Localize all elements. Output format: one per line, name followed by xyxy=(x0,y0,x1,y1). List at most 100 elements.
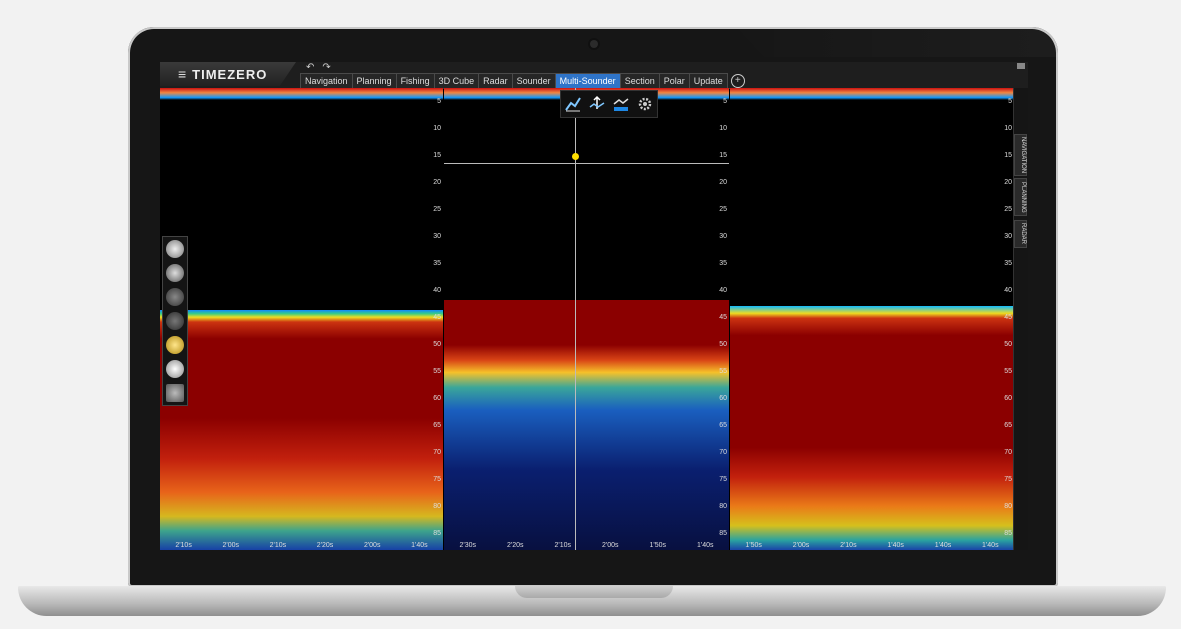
echogram-pane-right[interactable]: 5 10 15 20 25 30 35 40 45 50 55 60 65 70 75 80 85 1'50s 2… xyxy=(730,88,1014,550)
depth-cursor-line[interactable] xyxy=(444,163,729,164)
depth-tick-label: 70 xyxy=(1004,449,1012,456)
depth-tick-label: 15 xyxy=(1004,152,1012,159)
depth-tick-label: 85 xyxy=(719,530,727,537)
window-control-icon[interactable] xyxy=(1017,63,1025,69)
depth-tick-label: 5 xyxy=(1008,98,1012,105)
workspace-tabs: Navigation Planning Fishing 3D Cube Rada… xyxy=(300,73,745,88)
tab-section[interactable]: Section xyxy=(619,73,660,88)
depth-tick-label: 15 xyxy=(433,152,441,159)
settings-gear-icon[interactable] xyxy=(636,95,654,113)
tab-radar[interactable]: Radar xyxy=(478,73,513,88)
depth-tick-label: 50 xyxy=(719,341,727,348)
depth-tick-label: 50 xyxy=(1004,341,1012,348)
tab-multi-sounder[interactable]: Multi-Sounder xyxy=(554,73,621,88)
boat-icon[interactable] xyxy=(166,240,184,258)
echogram-pane-middle[interactable]: 5 10 15 20 25 30 35 40 45 50 55 60 65 70 75 80 85 2'30s 2… xyxy=(444,88,729,550)
tab-fishing[interactable]: Fishing xyxy=(395,73,435,88)
time-tick-label: 2'00s xyxy=(601,542,619,549)
sounder-side-toolbar xyxy=(162,236,188,406)
undo-redo-group: ↶ ↷ xyxy=(306,62,331,73)
echo-range-icon[interactable] xyxy=(588,95,606,113)
time-tick-label: 2'20s xyxy=(316,542,334,549)
time-tick-label: 1'50s xyxy=(649,542,666,549)
depth-tick-label: 80 xyxy=(719,503,727,510)
depth-tick-label: 40 xyxy=(1004,287,1012,294)
add-tab-icon[interactable]: + xyxy=(730,74,745,88)
depth-tick-label: 25 xyxy=(1004,206,1012,213)
time-tick-label: 1'50s xyxy=(745,542,762,549)
depth-tick-label: 40 xyxy=(719,287,727,294)
depth-tick-label: 15 xyxy=(719,152,727,159)
time-scale-middle: 2'30s 2'20s 2'10s 2'00s 1'50s 1'40s xyxy=(444,541,729,550)
fish-icon[interactable] xyxy=(166,336,184,354)
depth-tick-label: 10 xyxy=(433,125,441,132)
depth-tick-label: 75 xyxy=(433,476,441,483)
depth-tick-label: 35 xyxy=(719,260,727,267)
echo-trace-icon[interactable] xyxy=(564,95,582,113)
depth-tick-label: 85 xyxy=(1004,530,1012,537)
tab-planning[interactable]: Planning xyxy=(351,73,397,88)
depth-tick-label: 45 xyxy=(433,314,441,321)
side-panel-tabs: NAVIGATION PLANNING RADAR xyxy=(1013,88,1028,550)
depth-tick-label: 75 xyxy=(1004,476,1012,483)
echo-display-toolbar xyxy=(560,90,658,118)
transducer-icon[interactable] xyxy=(166,264,184,282)
side-tab-radar[interactable]: RADAR xyxy=(1014,220,1027,248)
side-tab-navigation[interactable]: NAVIGATION xyxy=(1014,134,1027,176)
time-tick-label: 2'00s xyxy=(363,542,381,549)
time-tick-label: 2'10s xyxy=(840,542,857,549)
depth-tick-label: 30 xyxy=(719,233,727,240)
tab-sounder[interactable]: Sounder xyxy=(511,73,556,88)
depth-tick-label: 60 xyxy=(1004,395,1012,402)
tab-update[interactable]: Update xyxy=(688,73,728,88)
time-tick-label: 1'40s xyxy=(411,542,428,549)
menu-icon[interactable]: ≡ xyxy=(178,67,186,81)
depth-tick-label: 30 xyxy=(1004,233,1012,240)
depth-tick-label: 65 xyxy=(1004,422,1012,429)
clutter-icon[interactable] xyxy=(166,312,184,330)
seabed-echo xyxy=(444,300,729,550)
time-tick-label: 2'30s xyxy=(459,542,476,549)
depth-tick-label: 45 xyxy=(1004,314,1012,321)
gain-icon[interactable] xyxy=(166,288,184,306)
depth-tick-label: 10 xyxy=(1004,125,1012,132)
depth-tick-label: 80 xyxy=(1004,503,1012,510)
time-tick-label: 2'10s xyxy=(175,542,192,549)
laptop-notch xyxy=(515,586,673,598)
depth-tick-label: 65 xyxy=(719,422,727,429)
time-tick-label: 1'40s xyxy=(934,542,952,549)
depth-tick-label: 50 xyxy=(433,341,441,348)
depth-tick-label: 20 xyxy=(719,179,727,186)
depth-tick-label: 65 xyxy=(433,422,441,429)
depth-tick-label: 5 xyxy=(723,98,727,105)
side-tab-planning[interactable]: PLANNING xyxy=(1014,178,1027,216)
tab-polar[interactable]: Polar xyxy=(658,73,690,88)
depth-tick-label: 35 xyxy=(1004,260,1012,267)
depth-tick-label: 40 xyxy=(433,287,441,294)
settings-gear-icon[interactable] xyxy=(166,384,184,402)
time-tick-label: 2'20s xyxy=(506,542,524,549)
tab-navigation[interactable]: Navigation xyxy=(300,73,353,88)
depth-tick-label: 20 xyxy=(1004,179,1012,186)
depth-tick-label: 35 xyxy=(433,260,441,267)
depth-tick-label: 55 xyxy=(719,368,727,375)
bottom-lock-icon[interactable] xyxy=(166,360,184,378)
echo-scale-icon[interactable] xyxy=(612,95,630,113)
echogram-pane-left[interactable]: 5 10 15 20 25 30 35 40 45 50 55 60 65 70 75 80 85 2'10s 2… xyxy=(160,88,443,550)
depth-tick-label: 60 xyxy=(719,395,727,402)
depth-tick-label: 55 xyxy=(433,368,441,375)
seabed-echo xyxy=(160,310,443,550)
app-logo[interactable]: ≡ TIMEZERO xyxy=(160,62,296,86)
cursor-marker[interactable] xyxy=(572,153,579,160)
depth-scale-middle: 5 10 15 20 25 30 35 40 45 50 55 60 65 70 75 80 85 xyxy=(713,88,729,550)
undo-icon[interactable]: ↶ xyxy=(306,62,314,73)
time-tick-label: 2'10s xyxy=(554,542,571,549)
redo-icon[interactable]: ↷ xyxy=(322,62,330,73)
depth-tick-label: 60 xyxy=(433,395,441,402)
tab-3d-cube[interactable]: 3D Cube xyxy=(433,73,480,88)
time-scale-right: 1'50s 2'00s 2'10s 1'40s 1'40s 1'40s xyxy=(730,541,1014,550)
depth-tick-label: 70 xyxy=(719,449,727,456)
time-tick-label: 2'10s xyxy=(269,542,287,549)
seabed-echo xyxy=(730,306,1014,550)
depth-tick-label: 10 xyxy=(719,125,727,132)
